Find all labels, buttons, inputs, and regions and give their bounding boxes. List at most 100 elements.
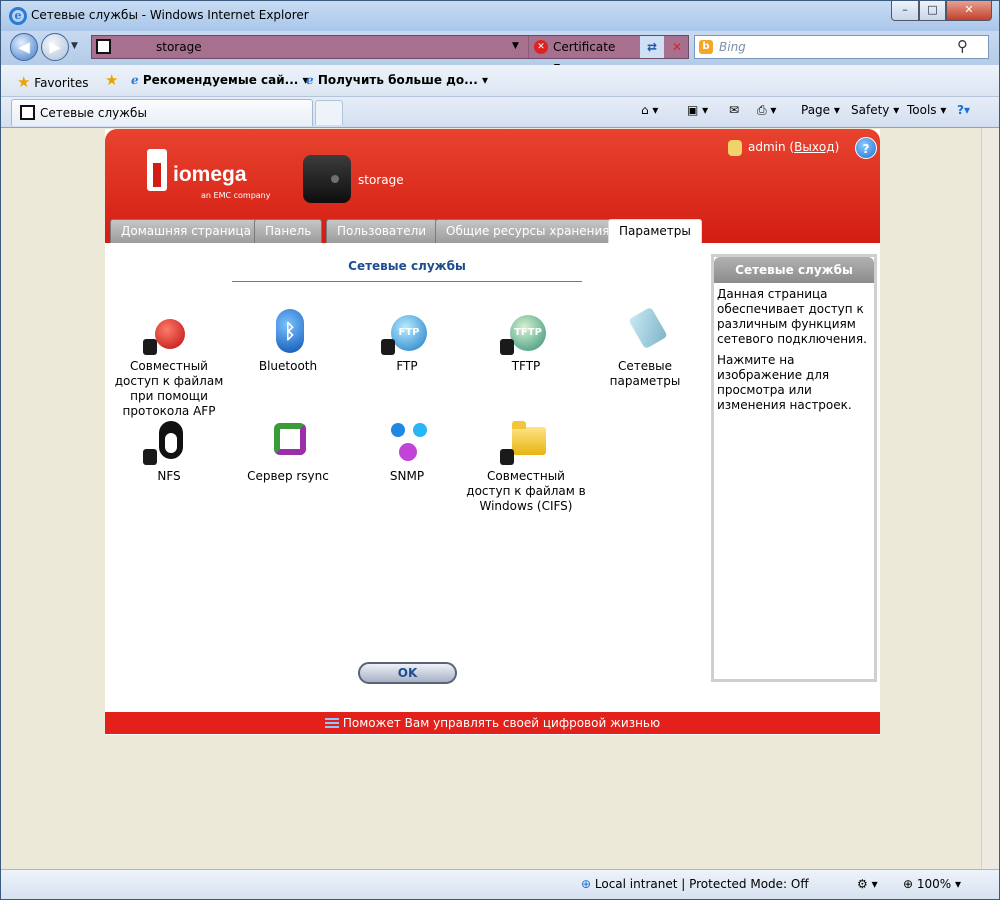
ie-page-icon: ℯ xyxy=(131,73,139,87)
close-button[interactable]: ✕ xyxy=(946,1,992,21)
service-label: Совместный доступ к файлам при помощи пр… xyxy=(114,359,224,418)
mail-icon[interactable]: ✉ xyxy=(729,103,739,117)
add-favorite-icon[interactable]: ★ xyxy=(105,71,118,89)
hand-drive-icon xyxy=(500,339,514,355)
service-tftp[interactable]: TFTP TFTP xyxy=(466,309,586,374)
back-button[interactable]: ◀ xyxy=(10,33,38,61)
hand-drive-icon xyxy=(143,449,157,465)
maximize-button[interactable]: □ xyxy=(919,1,946,21)
tab-bar: Сетевые службы ⌂ ▾ ▣ ▾ ✉ ⎙ ▾ Page ▾ Safe… xyxy=(1,97,999,127)
forward-button[interactable]: ▶ xyxy=(41,33,69,61)
favorites-button[interactable]: ★ Favorites xyxy=(17,73,89,91)
ie-logo-icon: e xyxy=(9,7,27,25)
ok-button[interactable]: OK xyxy=(358,662,457,684)
address-bar[interactable]: storage ▼ ✕ Certificate Error ⇄ ✕ xyxy=(91,35,689,76)
tab-favicon-icon xyxy=(20,105,35,120)
folder-icon xyxy=(512,421,546,455)
logo-name: iomega xyxy=(173,163,247,186)
tab-dashboard[interactable]: Панель xyxy=(254,219,323,243)
favorites-item-addons[interactable]: ℯ Получить больше до... ▾ xyxy=(306,73,488,87)
iomega-page: iomega an EMC company storage admin (Вых… xyxy=(105,129,880,735)
protection-icon[interactable]: ⚙ ▾ xyxy=(857,877,878,891)
recent-pages-dropdown-icon[interactable]: ▼ xyxy=(71,41,78,51)
stop-button[interactable]: ✕ xyxy=(666,36,688,58)
window-title: Сетевые службы - Windows Internet Explor… xyxy=(31,8,309,22)
bing-icon: b xyxy=(699,40,713,54)
search-placeholder[interactable]: Bing xyxy=(719,40,746,54)
tab-users[interactable]: Пользователи xyxy=(326,219,438,243)
service-label: SNMP xyxy=(389,469,425,483)
safety-menu-label: Safety xyxy=(851,103,890,117)
service-network-settings[interactable]: Сетевые параметры xyxy=(585,306,705,389)
logout-link[interactable]: Выход xyxy=(794,140,834,154)
search-box[interactable]: b Bing ⚲ xyxy=(694,35,989,59)
tftp-globe-icon: TFTP xyxy=(510,315,546,351)
rss-feed-icon[interactable]: ▣ ▾ xyxy=(687,103,708,117)
minimize-button[interactable]: – xyxy=(891,1,919,21)
address-dropdown-icon[interactable]: ▼ xyxy=(512,41,519,51)
bluetooth-icon: ᛒ xyxy=(276,309,304,353)
help-icon[interactable]: ?▾ xyxy=(957,103,970,117)
service-rsync[interactable]: Сервер rsync xyxy=(228,419,348,484)
network-molecule-icon xyxy=(391,423,429,461)
service-label: Сервер rsync xyxy=(247,469,329,483)
status-bar: ⊕ Local intranet | Protected Mode: Off ⚙… xyxy=(1,869,999,899)
footer-text: Поможет Вам управлять своей цифровой жиз… xyxy=(342,716,661,730)
penguin-icon xyxy=(159,421,183,459)
page-menu-label: Page xyxy=(801,103,831,117)
error-shield-icon: ✕ xyxy=(534,40,548,54)
zone-text: Local intranet | Protected Mode: Off xyxy=(594,877,809,891)
vertical-scrollbar[interactable] xyxy=(981,128,999,870)
zone-indicator[interactable]: ⊕ Local intranet | Protected Mode: Off xyxy=(581,877,809,891)
service-label: NFS xyxy=(157,469,181,483)
device-name: storage xyxy=(358,173,404,187)
service-label: FTP xyxy=(396,359,418,373)
help-sidebar: Сетевые службы Данная страница обеспечив… xyxy=(711,254,877,682)
tab-shares[interactable]: Общие ресурсы хранения xyxy=(435,219,621,243)
service-cifs[interactable]: Совместный доступ к файлам в Windows (CI… xyxy=(466,419,586,514)
zoom-level: 100% xyxy=(916,877,952,891)
section-title: Сетевые службы xyxy=(348,259,466,273)
sidebar-description: Данная страница обеспечивает доступ к ра… xyxy=(717,287,867,346)
tab-home[interactable]: Домашняя страница xyxy=(110,219,262,243)
service-label: TFTP xyxy=(511,359,541,373)
address-url[interactable]: storage xyxy=(156,40,202,54)
refresh-button[interactable]: ⇄ xyxy=(640,36,664,58)
safety-menu[interactable]: Safety ▾ xyxy=(851,103,899,117)
print-icon[interactable]: ⎙ ▾ xyxy=(757,103,776,118)
service-ftp[interactable]: FTP FTP xyxy=(347,309,467,374)
search-icon[interactable]: ⚲ xyxy=(957,37,968,55)
new-tab-button[interactable] xyxy=(315,100,343,125)
service-snmp[interactable]: SNMP xyxy=(347,419,467,484)
tools-menu[interactable]: Tools ▾ xyxy=(907,103,946,117)
favorites-star-icon: ★ xyxy=(17,73,31,91)
sidebar-instructions: Нажмите на изображение для просмотра или… xyxy=(717,353,852,412)
favorites-item-label: Рекомендуемые сай... xyxy=(142,73,299,87)
tab-current[interactable]: Сетевые службы xyxy=(11,99,313,126)
certificate-error-button[interactable]: ✕ Certificate Error xyxy=(528,36,638,76)
home-icon[interactable]: ⌂ ▾ xyxy=(641,103,658,117)
hand-drive-icon xyxy=(381,339,395,355)
page-footer: Поможет Вам управлять своей цифровой жиз… xyxy=(105,712,880,734)
service-label: Сетевые параметры xyxy=(609,359,681,388)
user-icon xyxy=(728,140,742,156)
help-button-icon[interactable]: ? xyxy=(855,137,877,159)
favorites-bar: ★ Favorites ★ ℯ Рекомендуемые сай... ▾ ℯ… xyxy=(1,65,999,97)
apple-icon xyxy=(155,319,185,349)
iomega-i-logo-icon xyxy=(147,149,167,191)
service-nfs[interactable]: NFS xyxy=(109,419,229,484)
hand-drive-icon xyxy=(143,339,157,355)
nas-device-icon xyxy=(303,155,351,203)
zoom-control[interactable]: ⊕ 100% ▾ xyxy=(903,877,961,891)
tab-settings[interactable]: Параметры xyxy=(608,219,702,243)
ie-page-icon: ℯ xyxy=(306,73,314,87)
service-label: Bluetooth xyxy=(258,359,318,373)
sidebar-title: Сетевые службы xyxy=(714,257,874,283)
service-bluetooth[interactable]: ᛒ Bluetooth xyxy=(228,309,348,374)
favorites-item-suggested[interactable]: ℯ Рекомендуемые сай... ▾ xyxy=(131,73,309,87)
footer-logo-icon xyxy=(324,717,339,730)
page-menu[interactable]: Page ▾ xyxy=(801,103,840,117)
tools-menu-label: Tools xyxy=(907,103,937,117)
ftp-globe-icon: FTP xyxy=(391,315,427,351)
service-afp[interactable]: Совместный доступ к файлам при помощи пр… xyxy=(109,309,229,419)
